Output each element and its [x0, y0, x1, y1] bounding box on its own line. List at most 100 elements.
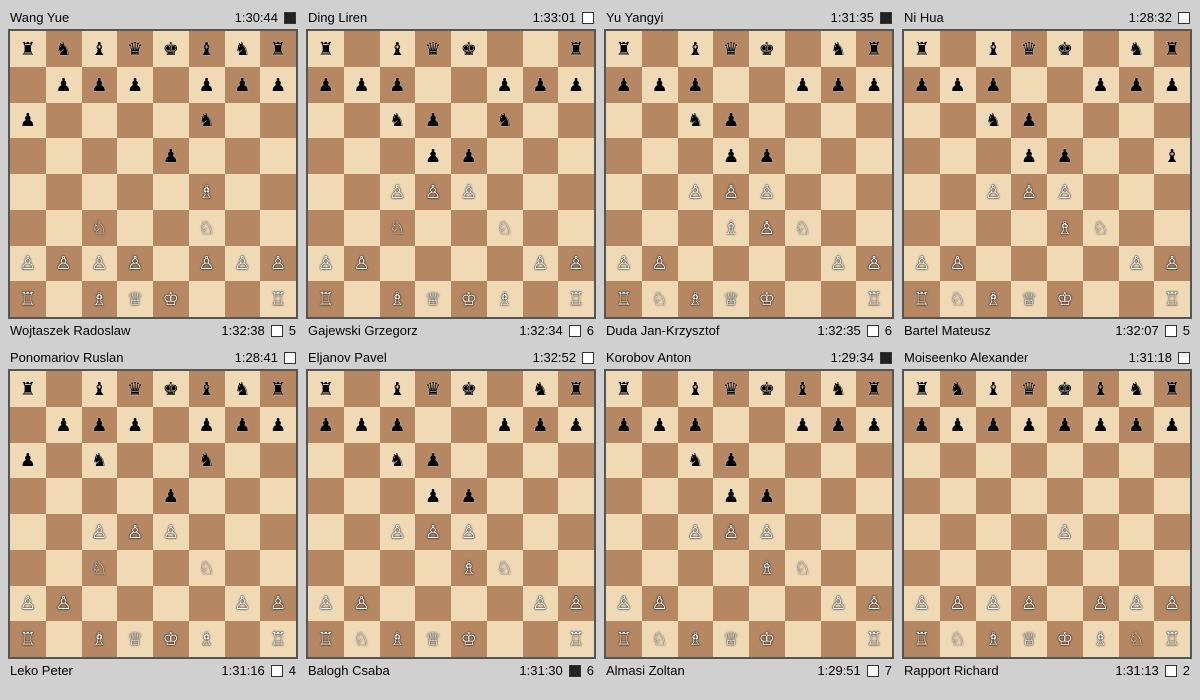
- square: [642, 138, 678, 174]
- square: ♕: [713, 621, 749, 657]
- square: [260, 138, 296, 174]
- piece: ♟: [985, 76, 1001, 94]
- square: ♟: [308, 407, 344, 443]
- square: [1083, 550, 1119, 586]
- game-header: Yu Yangyi1:31:35: [604, 8, 894, 29]
- piece: ♜: [270, 380, 286, 398]
- piece: ♟: [723, 451, 739, 469]
- piece: ♙: [318, 254, 334, 272]
- piece: ♟: [20, 451, 36, 469]
- square: ♖: [904, 621, 940, 657]
- square: [451, 246, 487, 282]
- piece: ♜: [20, 40, 36, 58]
- black-player-info: 1:32:385: [221, 323, 296, 338]
- square: ♗: [380, 281, 416, 317]
- square: [260, 550, 296, 586]
- square: [10, 514, 46, 550]
- square: ♙: [1011, 586, 1047, 622]
- piece: ♖: [914, 630, 930, 648]
- square: ♝: [82, 31, 118, 67]
- piece: ♗: [687, 630, 703, 648]
- piece: ♖: [568, 290, 584, 308]
- piece: ♜: [568, 380, 584, 398]
- piece: ♝: [985, 380, 1001, 398]
- square: ♛: [415, 371, 451, 407]
- square: ♟: [344, 67, 380, 103]
- square: ♟: [1047, 407, 1083, 443]
- white-time: 1:29:34: [831, 350, 874, 365]
- square: ♘: [189, 210, 225, 246]
- square: ♟: [678, 407, 714, 443]
- square: [523, 138, 559, 174]
- square: [523, 478, 559, 514]
- piece: ♞: [950, 380, 966, 398]
- square: ♙: [1047, 174, 1083, 210]
- square: [904, 210, 940, 246]
- square: [1083, 514, 1119, 550]
- square: ♜: [904, 371, 940, 407]
- piece: ♗: [497, 290, 513, 308]
- square: ♚: [749, 31, 785, 67]
- square: [1119, 103, 1155, 139]
- square: [308, 174, 344, 210]
- piece: ♕: [425, 630, 441, 648]
- square: ♘: [785, 550, 821, 586]
- square: [344, 443, 380, 479]
- move-count: 7: [885, 663, 892, 678]
- square: ♙: [642, 246, 678, 282]
- square: [678, 478, 714, 514]
- square: ♚: [1047, 31, 1083, 67]
- piece: ♖: [616, 290, 632, 308]
- square: [117, 550, 153, 586]
- square: [1047, 246, 1083, 282]
- square: [308, 550, 344, 586]
- square: [117, 586, 153, 622]
- square: [856, 210, 892, 246]
- square: ♙: [260, 586, 296, 622]
- square: [642, 31, 678, 67]
- square: ♙: [606, 586, 642, 622]
- piece: ♙: [532, 594, 548, 612]
- square: ♘: [344, 621, 380, 657]
- square: [821, 281, 857, 317]
- piece: ♙: [1021, 594, 1037, 612]
- square: [976, 478, 1012, 514]
- piece: ♜: [568, 40, 584, 58]
- square: ♟: [1047, 138, 1083, 174]
- square: [523, 31, 559, 67]
- square: ♙: [380, 174, 416, 210]
- piece: ♟: [461, 487, 477, 505]
- piece: ♙: [1128, 594, 1144, 612]
- piece: ♟: [389, 76, 405, 94]
- square: ♖: [558, 621, 594, 657]
- piece: ♙: [723, 183, 739, 201]
- square: ♙: [225, 586, 261, 622]
- piece: ♙: [759, 523, 775, 541]
- square: [1083, 246, 1119, 282]
- piece: ♝: [389, 380, 405, 398]
- square: ♝: [678, 371, 714, 407]
- square: [225, 443, 261, 479]
- piece: ♙: [950, 254, 966, 272]
- square: ♞: [678, 443, 714, 479]
- piece: ♟: [652, 76, 668, 94]
- square: [117, 443, 153, 479]
- square: [260, 210, 296, 246]
- piece: ♗: [723, 219, 739, 237]
- square: ♟: [678, 67, 714, 103]
- square: ♟: [976, 407, 1012, 443]
- black-color-indicator: [569, 665, 581, 677]
- square: ♕: [415, 621, 451, 657]
- square: [153, 103, 189, 139]
- piece: ♟: [759, 147, 775, 165]
- square: [380, 138, 416, 174]
- square: ♖: [606, 621, 642, 657]
- square: [856, 138, 892, 174]
- square: ♙: [451, 174, 487, 210]
- square: [260, 514, 296, 550]
- square: [487, 138, 523, 174]
- square: [940, 31, 976, 67]
- square: [558, 138, 594, 174]
- black-color-indicator: [271, 665, 283, 677]
- square: [46, 443, 82, 479]
